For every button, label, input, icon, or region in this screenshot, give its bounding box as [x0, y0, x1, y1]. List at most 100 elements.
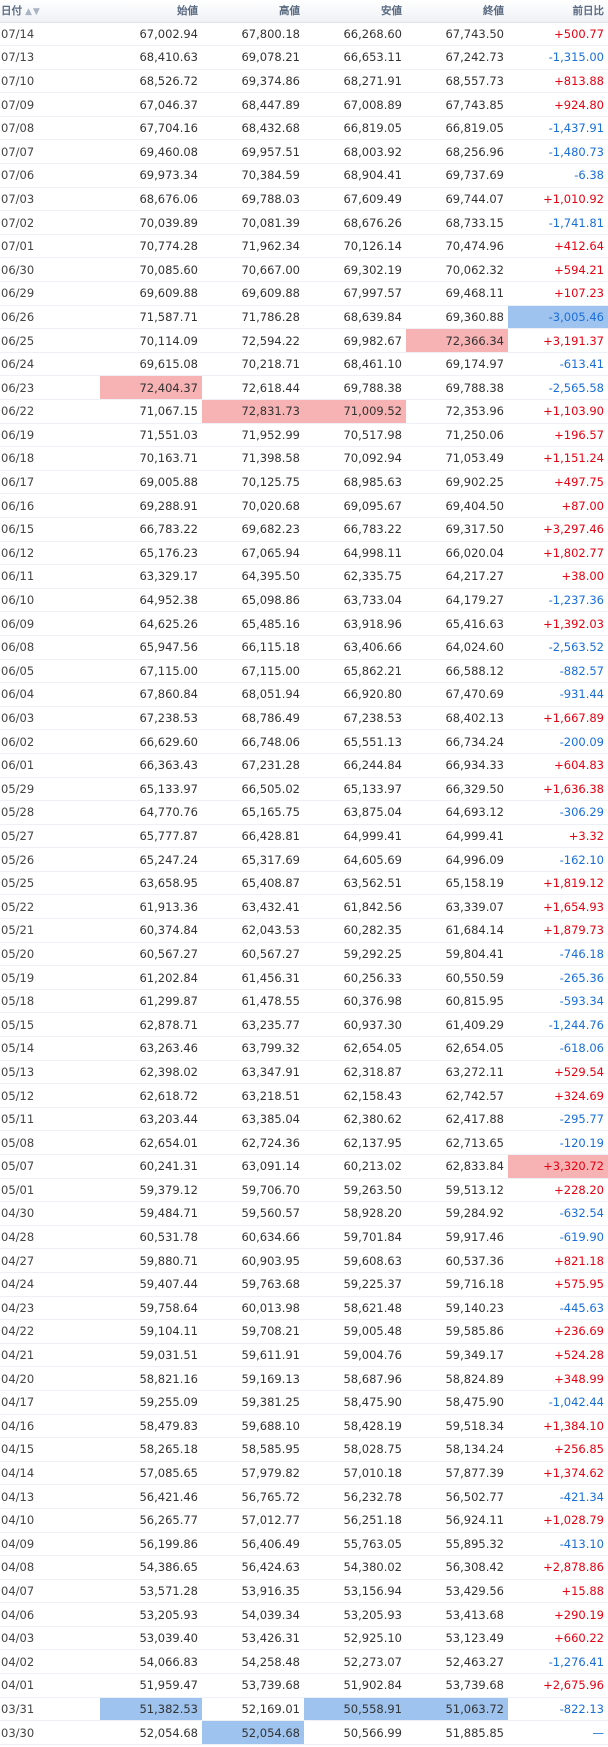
cell-close: 62,417.88	[406, 1107, 508, 1132]
table-row: 04/23 59,758.64 60,013.98 58,621.48 59,140.2…	[0, 1296, 608, 1321]
cell-open: 64,952.38	[100, 588, 202, 613]
cell-change: +1,654.93	[508, 894, 608, 920]
cell-open: 63,203.44	[100, 1107, 202, 1132]
cell-date: 04/08	[0, 1555, 100, 1580]
cell-open: 62,398.02	[100, 1060, 202, 1085]
cell-low: 58,475.90	[304, 1390, 406, 1415]
cell-date: 05/01	[0, 1178, 100, 1203]
cell-open: 68,676.06	[100, 187, 202, 212]
cell-close: 59,140.23	[406, 1296, 508, 1321]
cell-low: 68,676.26	[304, 210, 406, 235]
cell-date: 06/04	[0, 682, 100, 707]
cell-open: 59,031.51	[100, 1343, 202, 1368]
cell-low: 66,819.05	[304, 116, 406, 141]
cell-high: 52,169.01	[202, 1697, 304, 1722]
cell-change: +1,028.79	[508, 1508, 608, 1533]
cell-high: 72,831.73	[202, 399, 304, 424]
cell-low: 62,335.75	[304, 564, 406, 589]
cell-close: 66,734.24	[406, 729, 508, 754]
cell-low: 68,639.84	[304, 305, 406, 330]
cell-change: -200.09	[508, 729, 608, 754]
column-header-close[interactable]: 終値	[406, 0, 508, 23]
cell-open: 69,609.88	[100, 281, 202, 306]
cell-high: 57,012.77	[202, 1508, 304, 1533]
cell-close: 59,513.12	[406, 1178, 508, 1203]
column-header-low[interactable]: 安値	[304, 0, 406, 23]
cell-change: -632.54	[508, 1201, 608, 1226]
column-header-open[interactable]: 始値	[100, 0, 202, 23]
cell-low: 59,701.84	[304, 1225, 406, 1250]
cell-close: 61,684.14	[406, 918, 508, 943]
table-row: 04/10 56,265.77 57,012.77 56,251.18 56,924.1…	[0, 1508, 608, 1533]
cell-low: 58,621.48	[304, 1296, 406, 1321]
cell-date: 06/29	[0, 281, 100, 306]
cell-change: +1,374.62	[508, 1461, 608, 1486]
cell-open: 65,176.23	[100, 541, 202, 566]
cell-high: 66,505.02	[202, 777, 304, 802]
cell-close: 56,308.42	[406, 1555, 508, 1580]
cell-open: 59,255.09	[100, 1390, 202, 1415]
cell-high: 63,347.91	[202, 1060, 304, 1085]
cell-date: 04/03	[0, 1626, 100, 1651]
column-header-high[interactable]: 高値	[202, 0, 304, 23]
table-row: 06/09 64,625.26 65,485.16 63,918.96 65,416.6…	[0, 611, 608, 636]
cell-date: 04/13	[0, 1484, 100, 1509]
cell-close: 59,585.86	[406, 1319, 508, 1344]
cell-date: 06/02	[0, 729, 100, 754]
table-row: 06/12 65,176.23 67,065.94 64,998.11 66,020.0…	[0, 541, 608, 566]
table-row: 04/20 58,821.16 59,169.13 58,687.96 58,824.8…	[0, 1366, 608, 1391]
cell-close: 59,284.92	[406, 1201, 508, 1226]
cell-open: 67,115.00	[100, 659, 202, 684]
cell-low: 66,244.84	[304, 753, 406, 778]
table-row: 05/18 61,299.87 61,478.55 60,376.98 60,815.9…	[0, 989, 608, 1014]
cell-open: 66,363.43	[100, 753, 202, 778]
table-row: 07/07 69,460.08 69,957.51 68,003.92 68,256.9…	[0, 139, 608, 165]
cell-low: 66,268.60	[304, 22, 406, 47]
cell-high: 66,428.81	[202, 824, 304, 849]
cell-low: 69,302.19	[304, 257, 406, 283]
cell-low: 60,282.35	[304, 918, 406, 943]
table-row: 04/08 54,386.65 56,424.63 54,380.02 56,308.4…	[0, 1555, 608, 1580]
cell-high: 66,748.06	[202, 729, 304, 754]
cell-low: 62,380.62	[304, 1107, 406, 1132]
cell-date: 06/22	[0, 399, 100, 424]
table-row: 07/10 68,526.72 69,374.86 68,271.91 68,557.7…	[0, 69, 608, 94]
cell-high: 67,800.18	[202, 22, 304, 47]
cell-date: 04/10	[0, 1508, 100, 1533]
cell-open: 54,386.65	[100, 1555, 202, 1580]
table-row: 05/01 59,379.12 59,706.70 59,263.50 59,513.1…	[0, 1178, 608, 1203]
cell-close: 62,742.57	[406, 1083, 508, 1108]
cell-close: 64,024.60	[406, 635, 508, 660]
cell-change: -593.34	[508, 989, 608, 1014]
cell-change: -295.77	[508, 1107, 608, 1132]
column-header-date[interactable]: 日付 ▲▼	[0, 0, 100, 23]
cell-low: 52,273.07	[304, 1649, 406, 1675]
cell-change: +500.77	[508, 22, 608, 47]
cell-close: 69,404.50	[406, 493, 508, 518]
cell-low: 60,937.30	[304, 1012, 406, 1038]
cell-date: 06/12	[0, 541, 100, 566]
cell-close: 66,588.12	[406, 659, 508, 684]
cell-open: 63,263.46	[100, 1036, 202, 1061]
cell-change: -120.19	[508, 1130, 608, 1155]
cell-change: +324.69	[508, 1083, 608, 1108]
cell-low: 62,137.95	[304, 1130, 406, 1155]
cell-high: 60,903.95	[202, 1248, 304, 1273]
table-row: 06/29 69,609.88 69,609.88 67,997.57 69,468.1…	[0, 281, 608, 306]
cell-open: 70,085.60	[100, 257, 202, 283]
column-header-change[interactable]: 前日比	[508, 0, 608, 23]
cell-high: 59,560.57	[202, 1201, 304, 1226]
cell-open: 61,202.84	[100, 965, 202, 990]
cell-open: 70,114.09	[100, 328, 202, 353]
cell-low: 59,263.50	[304, 1178, 406, 1203]
cell-change: +924.80	[508, 92, 608, 117]
sort-arrows-icon[interactable]: ▲▼	[25, 7, 41, 17]
cell-open: 64,625.26	[100, 611, 202, 636]
cell-date: 06/24	[0, 352, 100, 377]
cell-change: +1,384.10	[508, 1414, 608, 1439]
cell-close: 71,053.49	[406, 446, 508, 471]
cell-high: 56,765.72	[202, 1484, 304, 1509]
cell-open: 56,421.46	[100, 1484, 202, 1509]
cell-date: 04/24	[0, 1272, 100, 1297]
cell-open: 65,777.87	[100, 824, 202, 849]
